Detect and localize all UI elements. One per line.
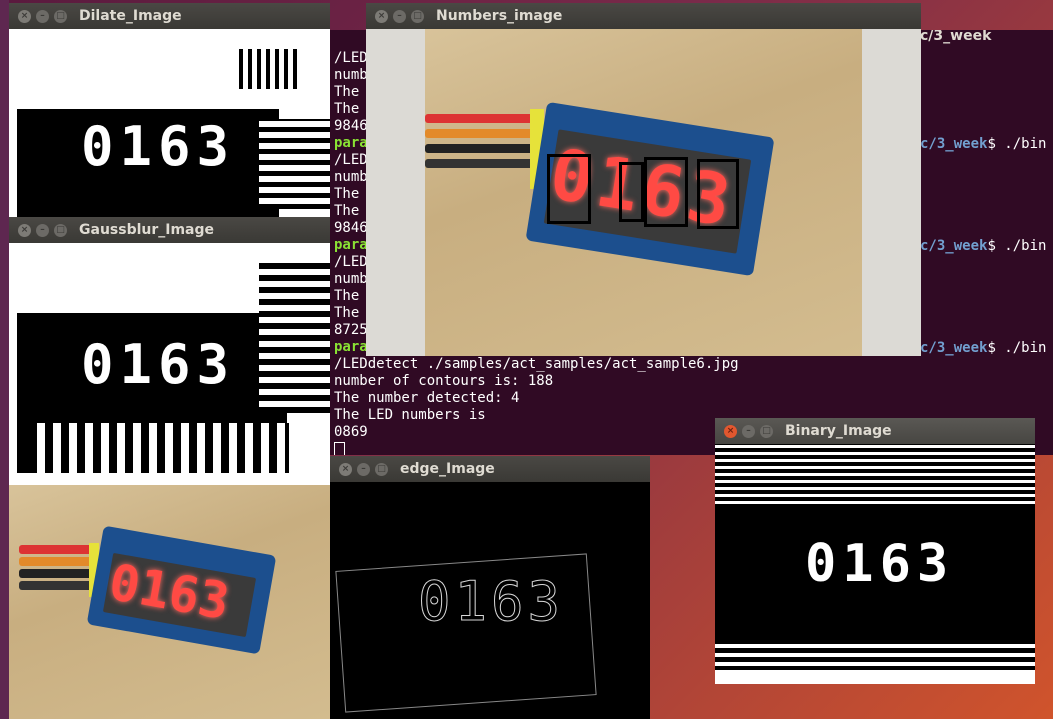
terminal-prompt-2: c/3_week$ ./bin [920,238,1047,254]
terminal-line: The number detected: 4 [334,390,520,406]
terminal-line: number of contours is: 188 [334,373,554,389]
close-icon[interactable]: × [339,462,352,476]
dilate-titlebar[interactable]: × – □ Dilate_Image [9,3,330,29]
maximize-icon[interactable]: □ [411,9,424,23]
detection-box [644,157,688,227]
close-icon[interactable]: × [18,9,31,23]
terminal-line: The LED numbers is [334,407,486,423]
maximize-icon[interactable]: □ [54,9,67,23]
detection-box [547,154,591,224]
minimize-icon[interactable]: – [742,424,755,438]
binary-digits: 0163 [805,534,955,594]
window-title: Binary_Image [785,423,892,439]
gaussblur-digits: 0163 [81,333,236,396]
terminal-cursor [334,441,345,455]
binary-image: 0163 [715,444,1035,684]
numbers-image-window[interactable]: × – □ Numbers_image 0163 [366,3,921,356]
numbers-titlebar[interactable]: × – □ Numbers_image [366,3,921,29]
maximize-icon[interactable]: □ [375,462,388,476]
dilate-image: 0163 [9,29,330,218]
maximize-icon[interactable]: □ [760,424,773,438]
close-icon[interactable]: × [18,223,31,237]
minimize-icon[interactable]: – [393,9,406,23]
window-title: Gaussblur_Image [79,222,215,238]
close-icon[interactable]: × [375,9,388,23]
gaussblur-image-window[interactable]: × – □ Gaussblur_Image 0163 [9,217,330,485]
terminal-title: c/3_week [920,30,992,44]
terminal-prompt-1: c/3_week$ ./bin [920,136,1047,152]
minimize-icon[interactable]: – [36,9,49,23]
launcher-strip [0,0,9,719]
terminal-line: 0869 [334,424,368,440]
terminal-line: /LEDdetect ./samples/act_samples/act_sam… [334,356,739,372]
minimize-icon[interactable]: – [36,223,49,237]
window-title: edge_Image [400,461,495,477]
numbers-image: 0163 [425,29,862,356]
edge-image: 0163 [330,482,650,719]
source-image: 0163 [9,485,330,719]
close-icon[interactable]: × [724,424,737,438]
edge-titlebar[interactable]: × – □ edge_Image [330,456,650,482]
window-title: Dilate_Image [79,8,182,24]
detection-box [697,159,739,229]
detection-box [619,162,644,222]
minimize-icon[interactable]: – [357,462,370,476]
binary-titlebar[interactable]: × – □ Binary_Image [715,418,1035,444]
edge-digits: 0163 [417,570,565,634]
dilate-digits: 0163 [81,115,236,178]
edge-image-window[interactable]: × – □ edge_Image 0163 [330,456,650,719]
gaussblur-image: 0163 [9,243,330,485]
binary-image-window[interactable]: × – □ Binary_Image 0163 [715,418,1035,684]
gaussblur-titlebar[interactable]: × – □ Gaussblur_Image [9,217,330,243]
window-title: Numbers_image [436,8,563,24]
maximize-icon[interactable]: □ [54,223,67,237]
dilate-image-window[interactable]: × – □ Dilate_Image 0163 [9,3,330,218]
terminal-prompt-3: c/3_week$ ./bin [920,340,1047,356]
